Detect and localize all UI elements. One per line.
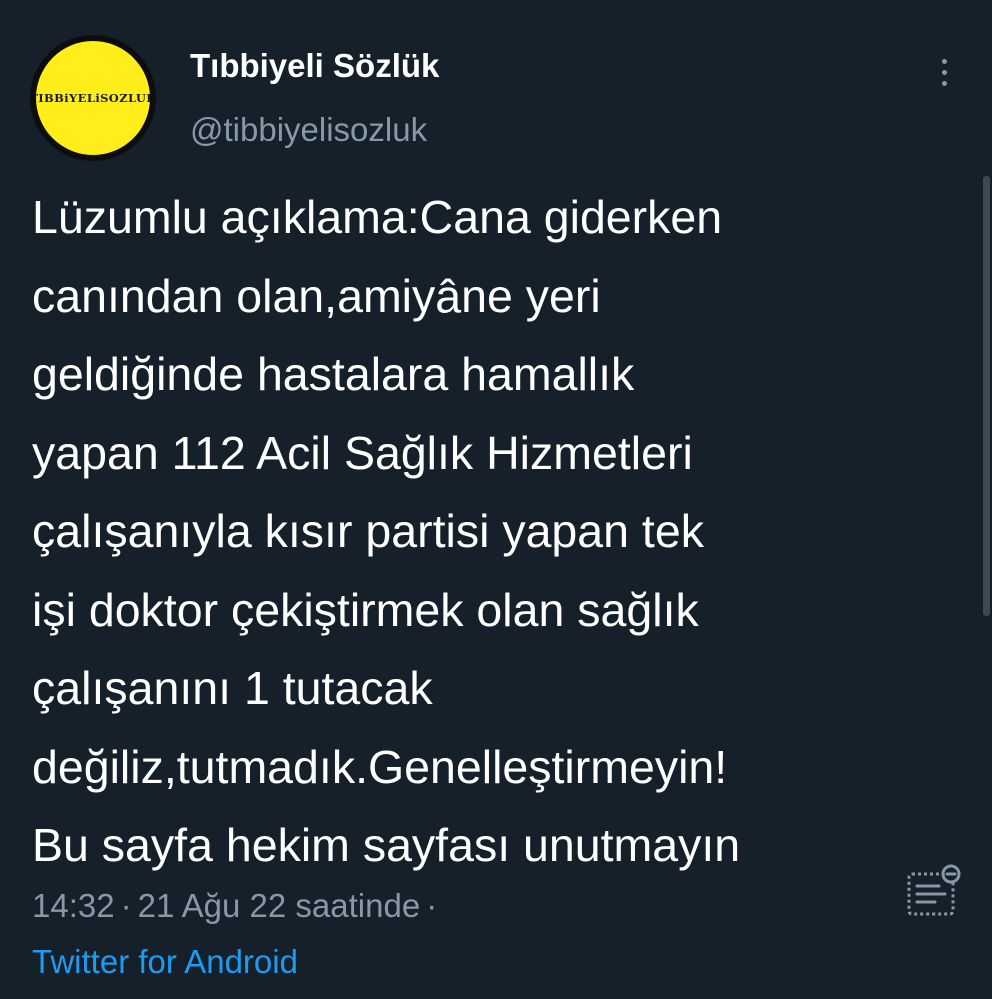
tweet-text-line: çalışanını 1 tutacak <box>32 662 433 714</box>
tweet-date: 21 Ağu 22 saatinde <box>137 887 421 924</box>
tweet-detail: TIBBiYELiSOZLUK Tıbbiyeli Sözlük @tibbiy… <box>0 0 992 999</box>
meta-separator: · <box>120 887 132 924</box>
scrollbar[interactable] <box>983 176 990 616</box>
tweet-text-line: değiliz,tutmadık.Genelleştirmeyin! <box>32 740 728 793</box>
meta-separator: · <box>426 887 438 924</box>
tweet-text-line: Lüzumlu açıklama:Cana giderken <box>32 191 723 243</box>
tweet-time: 14:32 <box>32 887 115 924</box>
tweet-text-line: Bu sayfa hekim sayfası unutmayın <box>32 819 741 871</box>
more-vertical-icon <box>941 58 947 64</box>
analytics-icon <box>907 864 961 916</box>
tweet-text-line: yapan 112 Acil Sağlık Hizmetleri <box>32 426 693 479</box>
more-vertical-icon-dot <box>941 69 947 75</box>
more-options-button[interactable] <box>926 52 962 92</box>
tweet-text-line: çalışanıyla kısır partisi yapan tek <box>32 505 704 557</box>
tweet-text-line: geldiğinde hastalara hamallık <box>32 348 635 400</box>
avatar-logo-text: TIBBiYELiSOZLUK <box>30 91 156 105</box>
tweet-source-link[interactable]: Twitter for Android <box>32 940 298 984</box>
tweet-text-line: işi doktor çekiştirmek olan sağlık <box>32 583 699 636</box>
more-vertical-icon-dot <box>941 80 947 86</box>
user-handle[interactable]: @tibbiyelisozluk <box>190 110 427 150</box>
avatar[interactable]: TIBBiYELiSOZLUK <box>30 35 156 161</box>
view-analytics-button[interactable] <box>903 862 967 922</box>
tweet-text-line: canından olan,amiyâne yeri <box>32 269 601 322</box>
tweet-text: Lüzumlu açıklama:Cana giderken canından … <box>32 178 967 885</box>
display-name[interactable]: Tıbbiyeli Sözlük <box>190 46 439 86</box>
tweet-timestamp[interactable]: 14:32 · 21 Ağu 22 saatinde · <box>32 884 443 928</box>
